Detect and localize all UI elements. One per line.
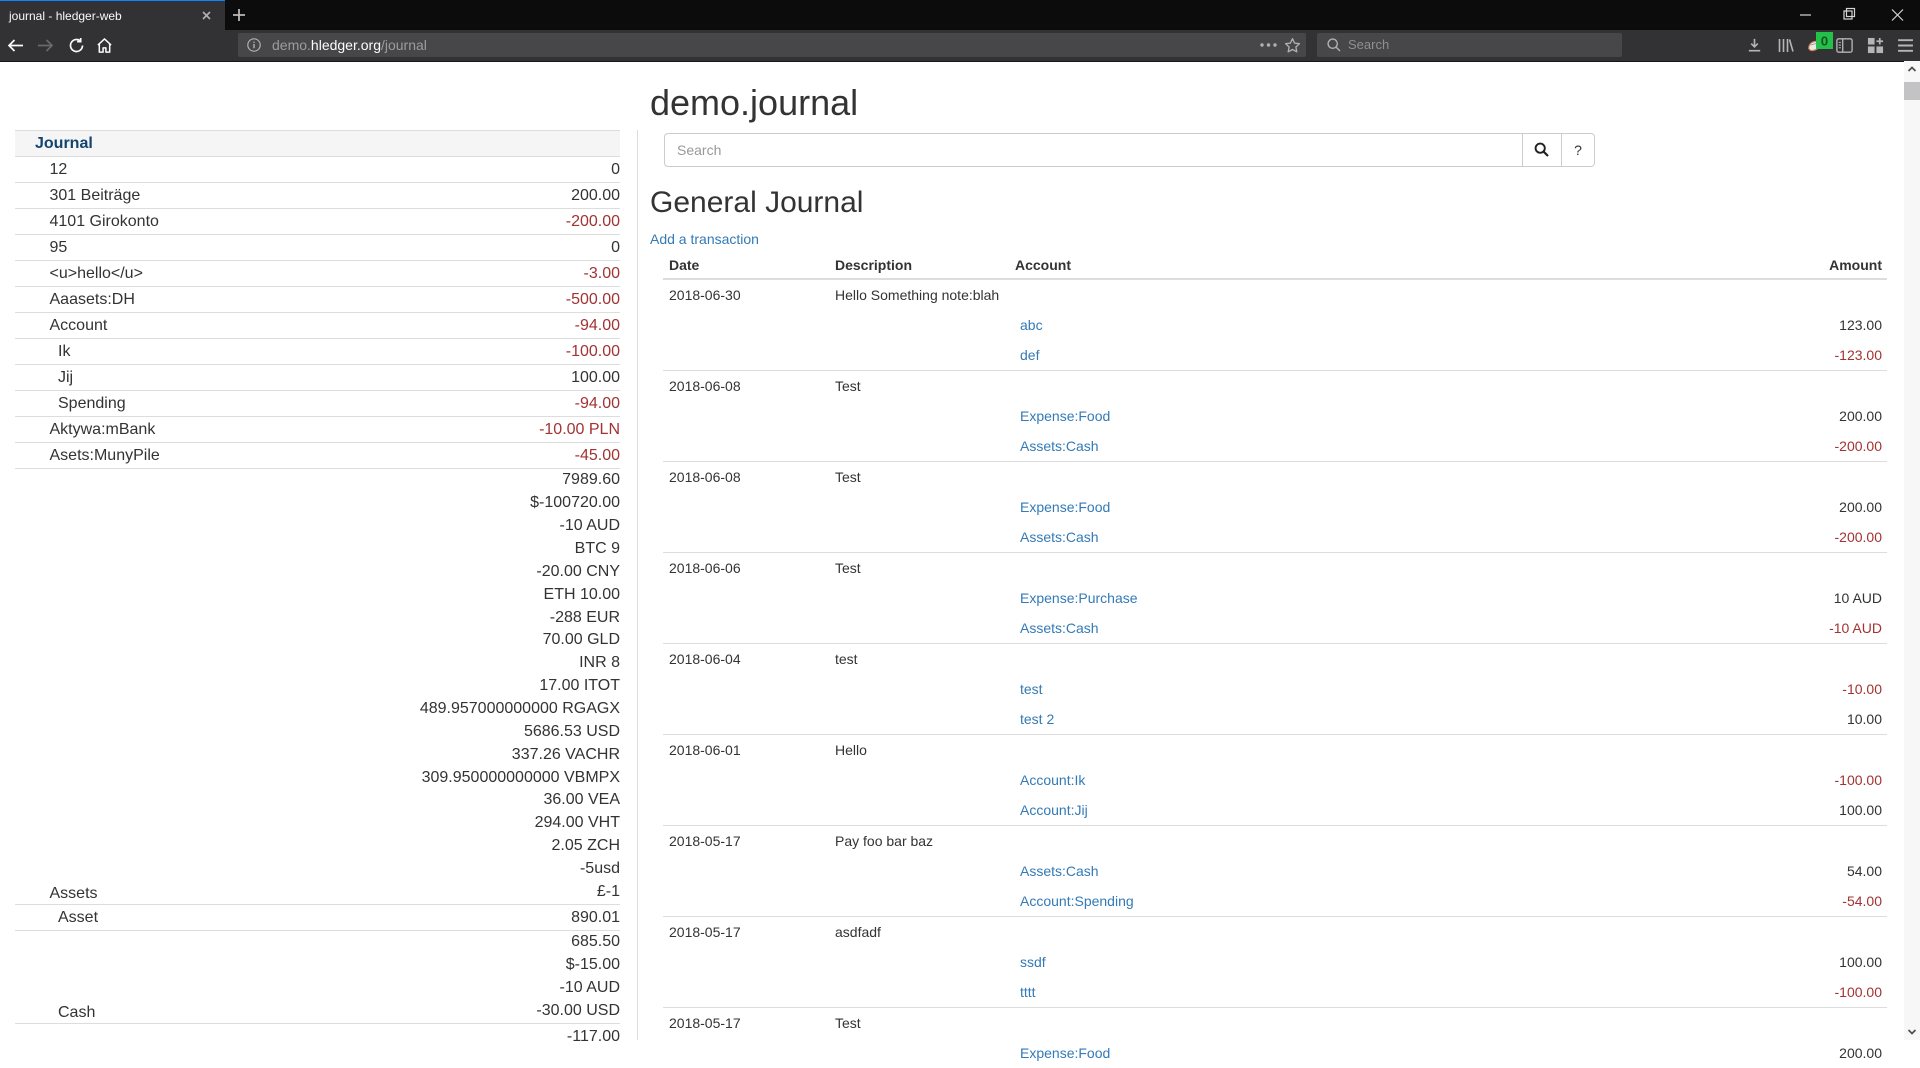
svg-text:0: 0 (1821, 33, 1828, 48)
